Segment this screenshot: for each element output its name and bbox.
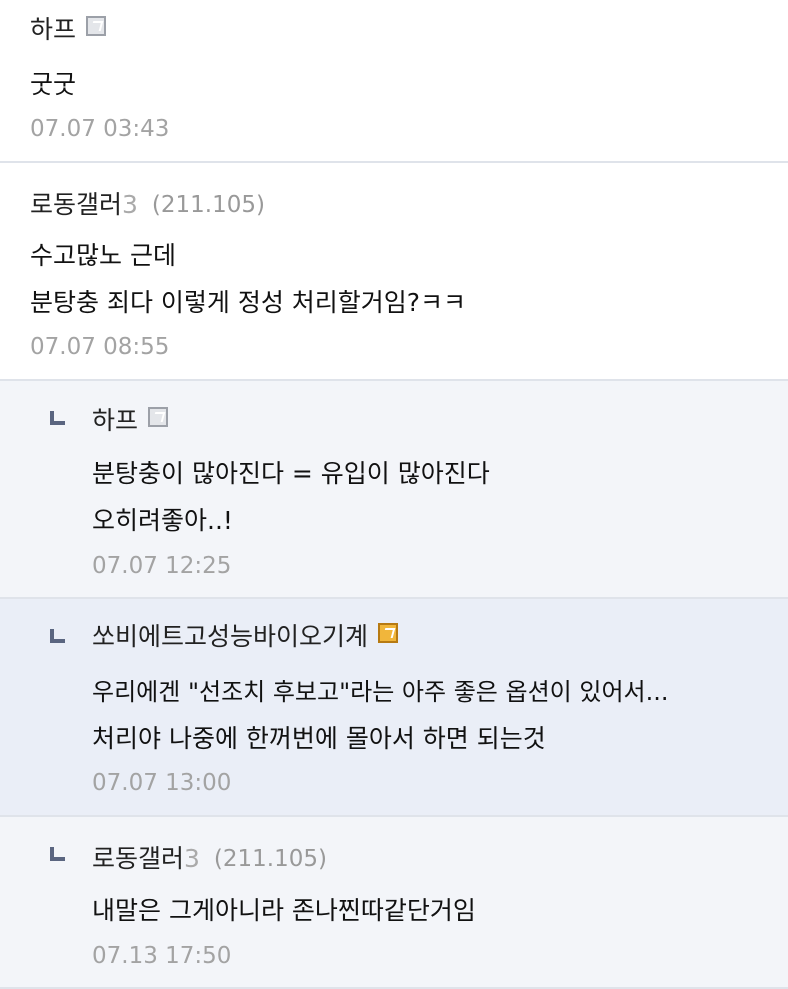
reply-date: 07.07 12:25: [92, 553, 232, 579]
comment-author[interactable]: 로동갤러 3 (211.105): [30, 189, 265, 221]
reply-text: 내말은 그게아니라 존나찐따같단거임: [92, 896, 476, 925]
reply-author[interactable]: 쏘비에트고성능바이오기계: [92, 621, 399, 653]
reply-arrow-icon: [50, 411, 65, 425]
reply-date: 07.13 17:50: [92, 943, 232, 969]
reply-item: 하프 분탕충이 많아진다 = 유입이 많아진다 오히려좋아..! 07.07 1…: [0, 381, 788, 599]
author-nickname[interactable]: 로동갤러: [92, 843, 184, 875]
reply-item: 로동갤러 3 (211.105) 내말은 그게아니라 존나찐따같단거임 07.13…: [0, 817, 788, 989]
comment-text: 굿굿: [30, 70, 77, 99]
author-ip: (211.105): [213, 846, 327, 872]
author-nickname[interactable]: 쏘비에트고성능바이오기계: [92, 621, 368, 653]
gallog-icon[interactable]: [378, 623, 399, 643]
reply-item: 쏘비에트고성능바이오기계 우리에겐 "선조치 후보고"라는 아주 좋은 옵션이 …: [0, 599, 788, 817]
reply-author[interactable]: 로동갤러 3 (211.105): [92, 843, 327, 875]
gallog-icon[interactable]: [148, 407, 169, 427]
comment-item: 하프 굿굿 07.07 03:43: [0, 0, 788, 163]
author-nickname[interactable]: 로동갤러: [30, 189, 122, 221]
comment-text: 분탕충 죄다 이렇게 정성 처리할거임?ㅋㅋ: [30, 288, 467, 317]
reply-arrow-icon: [50, 629, 65, 643]
reply-text: 처리야 나중에 한꺼번에 몰아서 하면 되는것: [92, 724, 546, 753]
reply-arrow-icon: [50, 847, 65, 861]
comment-item: 로동갤러 3 (211.105) 수고많노 근데 분탕충 죄다 이렇게 정성 처리…: [0, 163, 788, 381]
reply-author[interactable]: 하프: [92, 405, 169, 437]
comment-date: 07.07 08:55: [30, 334, 170, 360]
author-nickname[interactable]: 하프: [92, 405, 138, 437]
author-nickname-suffix: 3: [122, 190, 138, 219]
author-nickname-suffix: 3: [184, 844, 200, 873]
comment-author[interactable]: 하프: [30, 14, 107, 46]
author-nickname[interactable]: 하프: [30, 14, 76, 46]
reply-text: 분탕충이 많아진다 = 유입이 많아진다: [92, 459, 490, 488]
gallog-icon[interactable]: [86, 16, 107, 36]
reply-text: 우리에겐 "선조치 후보고"라는 아주 좋은 옵션이 있어서...: [92, 678, 669, 706]
reply-text: 오히려좋아..!: [92, 506, 233, 535]
author-ip: (211.105): [151, 192, 265, 218]
comment-text: 수고많노 근데: [30, 241, 176, 270]
comment-date: 07.07 03:43: [30, 116, 170, 142]
reply-date: 07.07 13:00: [92, 770, 232, 796]
